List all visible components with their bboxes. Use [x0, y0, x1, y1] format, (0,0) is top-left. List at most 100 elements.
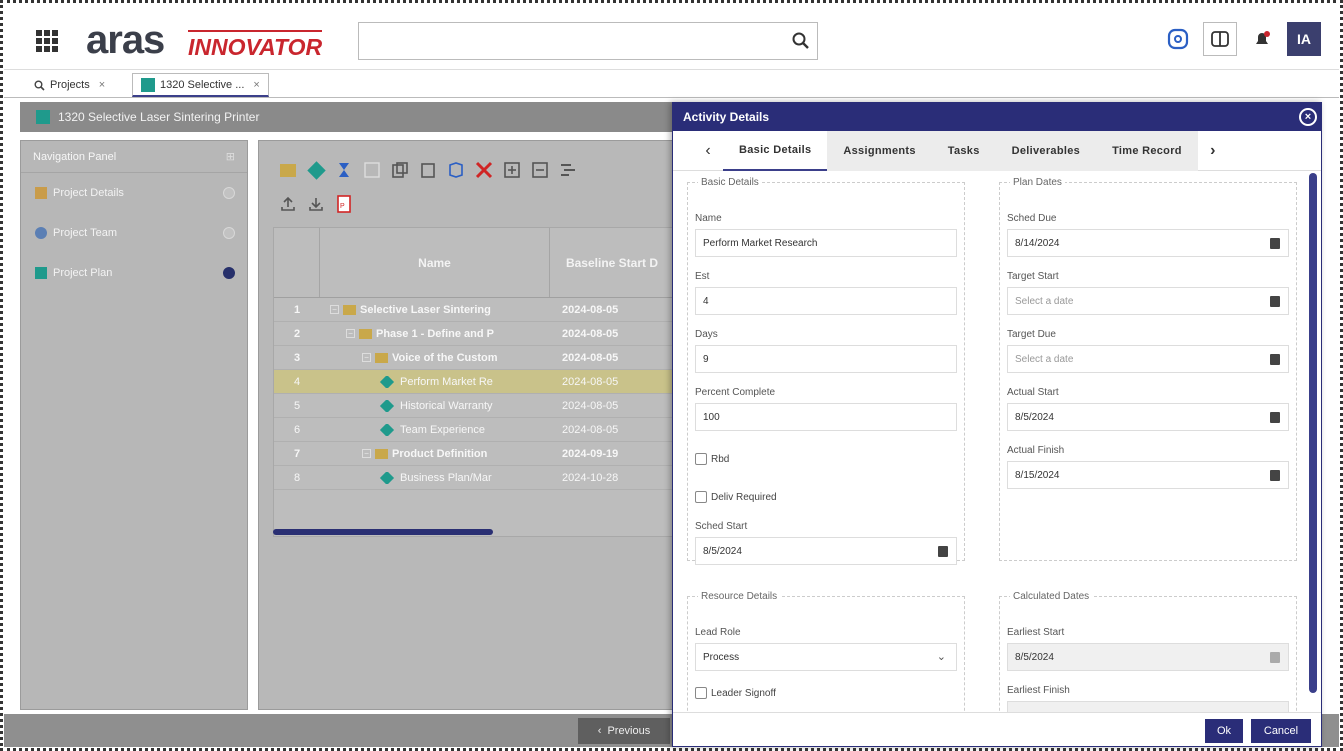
- table-row[interactable]: 7 − Product Definition 2024-09-19: [274, 442, 674, 466]
- paste-icon[interactable]: [417, 159, 439, 181]
- table-row[interactable]: 6 Team Experience 2024-08-05: [274, 418, 674, 442]
- rbd-checkbox[interactable]: Rbd: [695, 453, 729, 465]
- copy-icon[interactable]: [389, 159, 411, 181]
- tab-assignments[interactable]: Assignments: [827, 130, 932, 171]
- calendar-icon[interactable]: [1270, 354, 1280, 365]
- add-milestone-icon[interactable]: [333, 159, 355, 181]
- gantt-icon[interactable]: [557, 159, 579, 181]
- calendar-icon[interactable]: [938, 546, 948, 557]
- split-view-icon[interactable]: [1203, 22, 1237, 56]
- actual-finish-label: Actual Finish: [1007, 445, 1065, 456]
- deliv-required-checkbox[interactable]: Deliv Required: [695, 491, 777, 503]
- tab-time-record[interactable]: Time Record: [1096, 130, 1198, 171]
- close-icon[interactable]: ×: [253, 79, 259, 91]
- plan-toolbar: P: [277, 159, 677, 215]
- nav-item-project-details[interactable]: Project Details: [21, 173, 247, 213]
- collapse-icon[interactable]: −: [362, 353, 371, 362]
- horizontal-scrollbar[interactable]: [273, 529, 493, 535]
- collapse-icon[interactable]: −: [330, 305, 339, 314]
- lead-role-select[interactable]: Process ⌄: [695, 643, 957, 671]
- indent-icon[interactable]: [361, 159, 383, 181]
- target-start-field[interactable]: Select a date: [1007, 287, 1289, 315]
- calendar-icon[interactable]: [1270, 296, 1280, 307]
- search-input[interactable]: [358, 22, 818, 60]
- nav-item-project-team[interactable]: Project Team: [21, 213, 247, 253]
- checkbox-box[interactable]: [695, 491, 707, 503]
- ok-button[interactable]: Ok: [1205, 719, 1243, 743]
- collapse-all-icon[interactable]: [529, 159, 551, 181]
- activity-icon: [379, 471, 395, 484]
- row-name: Product Definition: [392, 447, 488, 460]
- tab-deliverables[interactable]: Deliverables: [995, 130, 1097, 171]
- table-row[interactable]: 1 − Selective Laser Sintering 2024-08-05: [274, 298, 674, 322]
- nav-item-project-plan[interactable]: Project Plan: [21, 253, 247, 293]
- dialog-tabs: ‹ Basic Details Assignments Tasks Delive…: [673, 130, 1321, 171]
- add-folder-icon[interactable]: [277, 159, 299, 181]
- row-baseline-start: 2024-08-05: [562, 399, 619, 412]
- row-baseline-start: 2024-08-05: [562, 303, 619, 316]
- navigation-panel: Navigation Panel ⊞ Project Details Proje…: [20, 140, 248, 710]
- expand-all-icon[interactable]: [501, 159, 523, 181]
- chevron-left-icon[interactable]: ‹: [693, 142, 723, 160]
- pdf-icon[interactable]: P: [333, 193, 355, 215]
- column-header-name[interactable]: Name: [320, 228, 550, 297]
- notifications-icon[interactable]: [1245, 22, 1279, 56]
- tab-projects[interactable]: Projects ×: [26, 73, 113, 97]
- calendar-icon[interactable]: [1270, 412, 1280, 423]
- row-name: Team Experience: [400, 423, 485, 436]
- delete-icon[interactable]: [473, 159, 495, 181]
- row-name-cell: − Phase 1 - Define and P: [320, 328, 550, 340]
- download-icon[interactable]: [305, 193, 327, 215]
- aras-network-icon[interactable]: [1161, 22, 1195, 56]
- days-field[interactable]: 9: [695, 345, 957, 373]
- table-row[interactable]: 2 − Phase 1 - Define and P 2024-08-05: [274, 322, 674, 346]
- row-name: Business Plan/Mar: [400, 471, 492, 484]
- checkbox-box[interactable]: [695, 687, 707, 699]
- cancel-button[interactable]: Cancel: [1251, 719, 1311, 743]
- close-icon[interactable]: ×: [99, 79, 105, 91]
- calendar-icon[interactable]: [1270, 470, 1280, 481]
- tab-basic-details[interactable]: Basic Details: [723, 130, 828, 171]
- tab-project-1320[interactable]: 1320 Selective ... ×: [132, 73, 269, 97]
- table-row[interactable]: 4 Perform Market Re 2024-08-05: [274, 370, 674, 394]
- est-field[interactable]: 4: [695, 287, 957, 315]
- vertical-scrollbar[interactable]: [1309, 173, 1317, 693]
- upload-icon[interactable]: [277, 193, 299, 215]
- project-icon: [141, 77, 155, 92]
- collapse-icon[interactable]: −: [346, 329, 355, 338]
- app-launcher-icon[interactable]: [36, 30, 58, 52]
- search-icon[interactable]: [791, 31, 811, 51]
- row-baseline-start: 2024-09-19: [562, 447, 619, 460]
- calendar-icon[interactable]: [1270, 238, 1280, 249]
- table-row[interactable]: 5 Historical Warranty 2024-08-05: [274, 394, 674, 418]
- sched-start-field[interactable]: 8/5/2024: [695, 537, 957, 565]
- tab-tasks[interactable]: Tasks: [931, 130, 996, 171]
- nav-indicator: [223, 227, 235, 239]
- close-icon[interactable]: ×: [1299, 108, 1317, 126]
- add-activity-icon[interactable]: [305, 159, 327, 181]
- collapse-icon[interactable]: −: [362, 449, 371, 458]
- nav-item-label: Project Details: [53, 187, 124, 199]
- name-field[interactable]: Perform Market Research: [695, 229, 957, 257]
- percent-complete-field[interactable]: 100: [695, 403, 957, 431]
- section-legend: Calculated Dates: [1013, 591, 1090, 602]
- tab-strip: Projects × 1320 Selective ... ×: [4, 70, 1339, 98]
- activity-icon: [379, 423, 395, 436]
- actual-start-field[interactable]: 8/5/2024: [1007, 403, 1289, 431]
- target-due-field[interactable]: Select a date: [1007, 345, 1289, 373]
- table-row[interactable]: 3 − Voice of the Custom 2024-08-05: [274, 346, 674, 370]
- checkbox-box[interactable]: [695, 453, 707, 465]
- actual-finish-field[interactable]: 8/15/2024: [1007, 461, 1289, 489]
- leader-signoff-checkbox[interactable]: Leader Signoff: [695, 687, 776, 699]
- pin-icon[interactable]: ⊞: [226, 150, 235, 163]
- column-header-baseline-start[interactable]: Baseline Start D: [550, 228, 674, 297]
- table-row[interactable]: 8 Business Plan/Mar 2024-10-28: [274, 466, 674, 490]
- search-icon: [34, 80, 45, 91]
- earliest-start-label: Earliest Start: [1007, 627, 1065, 638]
- previous-button[interactable]: ‹ Previous: [578, 718, 670, 744]
- sched-due-field[interactable]: 8/14/2024: [1007, 229, 1289, 257]
- template-icon[interactable]: [445, 159, 467, 181]
- folder-icon: [359, 328, 372, 339]
- chevron-right-icon[interactable]: ›: [1198, 142, 1228, 160]
- user-avatar[interactable]: IA: [1287, 22, 1321, 56]
